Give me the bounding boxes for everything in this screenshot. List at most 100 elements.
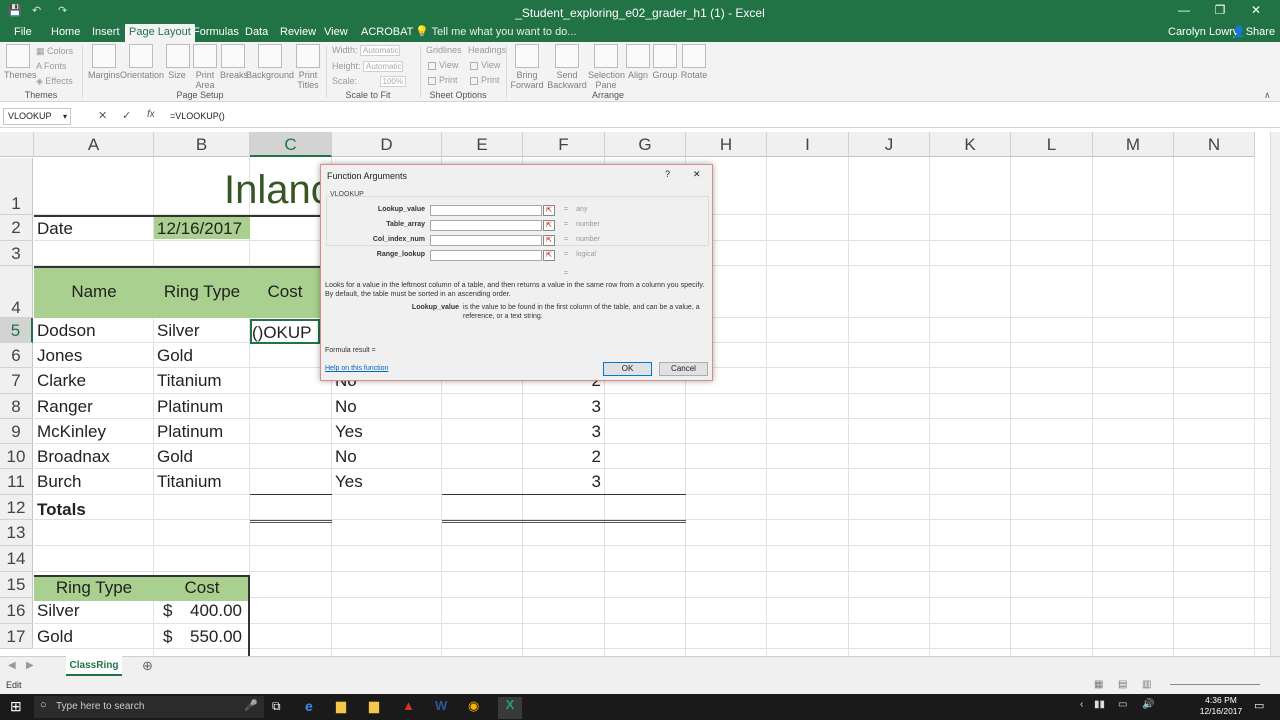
row-header-4[interactable]: 4	[0, 266, 33, 318]
sheet-tab-classring[interactable]: ClassRing	[66, 656, 122, 676]
cell-ring-type[interactable]: Gold	[154, 343, 250, 368]
lookup-cost[interactable]: 400.00	[180, 598, 242, 624]
arg-input[interactable]	[430, 205, 542, 216]
cell-name[interactable]: Ranger	[34, 394, 154, 419]
collapse-dialog-icon[interactable]: ⇱	[543, 250, 555, 261]
column-header-b[interactable]: B	[154, 132, 250, 157]
taskbar-search[interactable]: ○ Type here to search 🎤	[34, 696, 264, 718]
height-control[interactable]: Height: Automatic	[332, 60, 404, 73]
prev-sheet-icon[interactable]: ◀	[8, 660, 16, 671]
cell-name[interactable]: Clarke	[34, 368, 154, 394]
cell-name[interactable]: Dodson	[34, 318, 154, 343]
cell-ring-type[interactable]: Titanium	[154, 469, 250, 495]
row-header-1[interactable]: 1	[0, 158, 33, 215]
width-select[interactable]: Automatic	[360, 45, 401, 57]
cell-name[interactable]: Burch	[34, 469, 154, 495]
collapse-dialog-icon[interactable]: ⇱	[543, 205, 555, 216]
rotate-button[interactable]: Rotate	[680, 44, 708, 80]
close-icon[interactable]: ✕	[693, 169, 701, 180]
cell-name[interactable]: Broadnax	[34, 444, 154, 469]
gridlines-print-checkbox[interactable]: Print	[428, 74, 458, 86]
tray-chevron-icon[interactable]: ‹	[1080, 699, 1083, 710]
totals-label[interactable]: Totals	[34, 497, 154, 522]
lookup-currency[interactable]: $	[160, 624, 180, 649]
add-sheet-icon[interactable]: ⊕	[142, 658, 153, 674]
date-value[interactable]: 12/16/2017	[154, 215, 250, 239]
tab-acrobat[interactable]: ACROBAT	[357, 24, 417, 42]
excel-icon[interactable]: X	[498, 697, 522, 719]
ok-button[interactable]: OK	[603, 362, 652, 376]
cell-column-d[interactable]: Yes	[332, 469, 442, 495]
date-label[interactable]: Date	[34, 215, 154, 239]
tray-app-icon[interactable]: ▮▮	[1094, 699, 1105, 710]
help-icon[interactable]: ?	[665, 169, 670, 179]
folder-icon[interactable]: ▆	[369, 698, 379, 714]
acrobat-icon[interactable]: ▲	[402, 698, 415, 713]
send-backward-button[interactable]: Send Backward	[546, 44, 588, 90]
tab-review[interactable]: Review	[276, 24, 320, 42]
arg-input[interactable]	[430, 250, 542, 261]
file-explorer-icon[interactable]: ▆	[336, 698, 346, 714]
cell-column-f[interactable]: 2	[523, 444, 601, 469]
header-cost[interactable]: Cost	[250, 282, 320, 302]
zoom-slider[interactable]	[1170, 684, 1260, 685]
row-header-15[interactable]: 15	[0, 572, 33, 598]
row-header-12[interactable]: 12	[0, 495, 33, 520]
help-link[interactable]: Help on this function	[325, 365, 388, 372]
row-header-5[interactable]: 5	[0, 318, 33, 343]
lookup-ring-type[interactable]: Gold	[34, 624, 154, 649]
notification-icon[interactable]: ▭	[1254, 699, 1264, 712]
maximize-icon[interactable]: ❐	[1204, 3, 1236, 17]
gridlines-view-checkbox[interactable]: View	[428, 59, 458, 71]
tab-home[interactable]: Home	[47, 24, 84, 42]
volume-icon[interactable]: 🔊	[1142, 699, 1154, 710]
clock[interactable]: 4:36 PM 12/16/2017	[1196, 695, 1246, 717]
print-titles-button[interactable]: Print Titles	[296, 44, 320, 90]
name-box[interactable]: VLOOKUP ▾	[3, 108, 71, 125]
column-header-g[interactable]: G	[605, 132, 686, 157]
cell-name[interactable]: McKinley	[34, 419, 154, 444]
page-layout-view-icon[interactable]: ▤	[1118, 679, 1127, 690]
themes-button[interactable]: Themes	[4, 44, 37, 80]
normal-view-icon[interactable]: ▦	[1094, 679, 1103, 690]
column-header-c[interactable]: C	[250, 132, 332, 157]
row-header-13[interactable]: 13	[0, 520, 33, 546]
chrome-icon[interactable]: ◉	[468, 698, 479, 714]
column-header-e[interactable]: E	[442, 132, 523, 157]
tab-page-layout[interactable]: Page Layout	[125, 24, 195, 42]
cell-ring-type[interactable]: Gold	[154, 444, 250, 469]
column-header-h[interactable]: H	[686, 132, 767, 157]
cell-column-d[interactable]: No	[332, 394, 442, 419]
orientation-button[interactable]: Orientation	[120, 44, 164, 80]
column-header-a[interactable]: A	[34, 132, 154, 157]
vertical-scrollbar[interactable]	[1270, 132, 1280, 656]
column-header-f[interactable]: F	[523, 132, 605, 157]
row-header-2[interactable]: 2	[0, 215, 33, 241]
colors-button[interactable]: ▦ Colors	[36, 45, 73, 57]
active-cell[interactable]: OKUP()	[250, 319, 320, 344]
column-header-m[interactable]: M	[1093, 132, 1174, 157]
function-arguments-dialog[interactable]: Function Arguments ? ✕ VLOOKUP Lookup_va…	[320, 164, 713, 381]
cell-column-f[interactable]: 3	[523, 394, 601, 419]
height-select[interactable]: Automatic	[363, 61, 404, 73]
cell-name[interactable]: Jones	[34, 343, 154, 368]
minimize-icon[interactable]: —	[1168, 3, 1200, 17]
row-header-16[interactable]: 16	[0, 598, 33, 624]
cell-column-f[interactable]: 3	[523, 469, 601, 495]
size-button[interactable]: Size	[166, 44, 190, 80]
scale-spinner[interactable]: 100%	[379, 76, 406, 88]
tab-insert[interactable]: Insert	[88, 24, 124, 42]
row-header-7[interactable]: 7	[0, 368, 33, 394]
row-header-11[interactable]: 11	[0, 469, 33, 495]
header-name[interactable]: Name	[34, 282, 154, 302]
fonts-button[interactable]: A Fonts	[36, 60, 67, 72]
lookup-currency[interactable]: $	[160, 598, 180, 624]
lookup-header-cost[interactable]: Cost	[154, 578, 250, 598]
formula-input[interactable]: =VLOOKUP()	[170, 107, 225, 126]
tab-data[interactable]: Data	[241, 24, 272, 42]
collapse-ribbon-icon[interactable]: ∧	[1264, 90, 1271, 101]
close-window-icon[interactable]: ✕	[1240, 3, 1272, 17]
cell-column-d[interactable]: Yes	[332, 419, 442, 444]
align-button[interactable]: Align	[626, 44, 650, 80]
cell-column-d[interactable]: No	[332, 444, 442, 469]
